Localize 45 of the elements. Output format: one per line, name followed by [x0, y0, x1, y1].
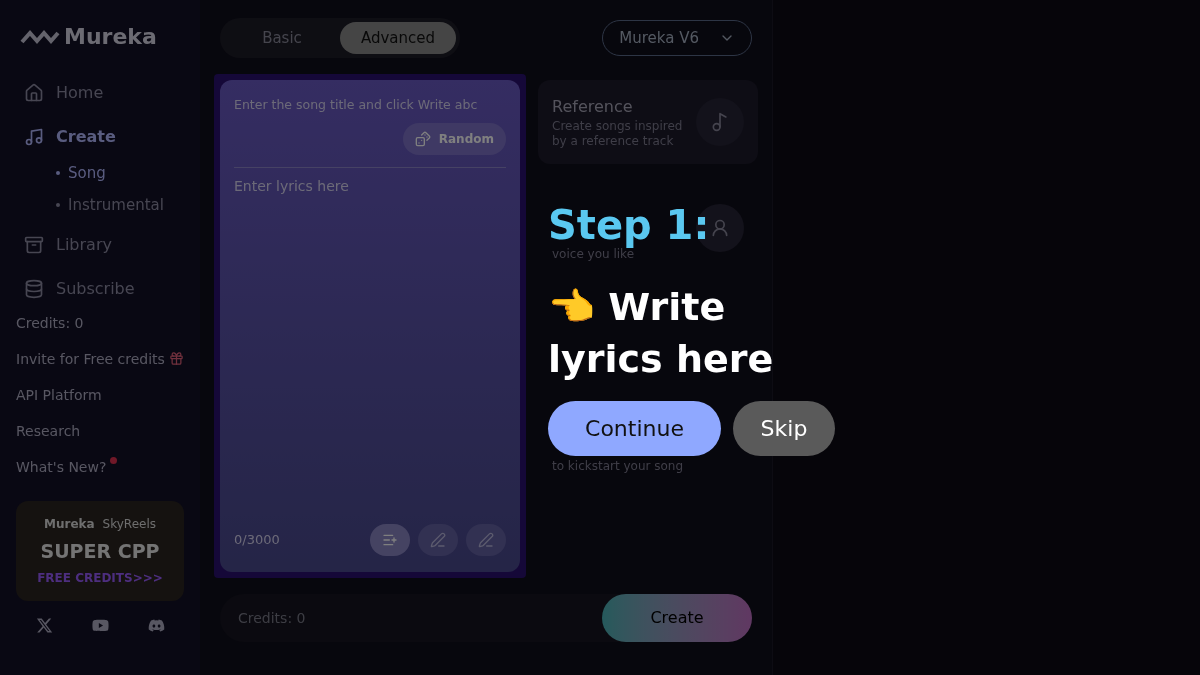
- lyrics-field[interactable]: Enter lyrics here: [234, 175, 506, 524]
- folder-icon: [24, 235, 44, 255]
- card-title: Reference: [552, 96, 634, 118]
- promo-cta: FREE CREDITS>>>: [37, 570, 163, 588]
- nav-item[interactable]: Create: [16, 117, 184, 157]
- card-description: to kickstart your song: [552, 459, 685, 474]
- create-button[interactable]: Create: [602, 594, 752, 642]
- pen-icon: [430, 532, 446, 548]
- lyrics-tool-button[interactable]: [418, 524, 458, 556]
- logo-text: Mureka: [64, 23, 157, 51]
- game-controller-icon[interactable]: [147, 617, 165, 634]
- logo-icon: [20, 28, 60, 45]
- add-lines-icon: [382, 532, 398, 548]
- sidebar-link[interactable]: Invite for Free credits: [16, 349, 165, 370]
- random-button[interactable]: Random: [402, 122, 506, 155]
- mode-tab[interactable]: Basic: [224, 22, 340, 54]
- nav-item[interactable]: Library: [16, 225, 184, 265]
- sidebar-link[interactable]: What's New?: [16, 457, 107, 478]
- sidebar-link[interactable]: Credits: 0: [16, 313, 84, 334]
- nav-item[interactable]: Subscribe: [16, 269, 184, 309]
- lyrics-editor[interactable]: Enter the song title and click Write abc Random Enter lyrics here 0/3000: [220, 80, 520, 572]
- tour-message: 👈 Write lyrics here: [548, 284, 775, 383]
- brand-name: SkyReels: [102, 515, 156, 533]
- music-note-icon: [24, 127, 44, 147]
- lyrics-tool-button[interactable]: [370, 524, 410, 556]
- lyrics-tool-button[interactable]: [466, 524, 506, 556]
- nav-subitem[interactable]: Instrumental: [16, 189, 184, 221]
- nav-item[interactable]: Home: [16, 73, 184, 113]
- card-description: voice you like: [552, 247, 634, 262]
- promo-banner[interactable]: Mureka SkyReels SUPER CPP FREE CREDITS>>>: [16, 501, 184, 601]
- home-icon: [24, 83, 44, 103]
- nav-subitem[interactable]: Song: [16, 157, 184, 189]
- character-counter: 0/3000: [234, 531, 280, 550]
- continue-button[interactable]: Continue: [548, 401, 721, 456]
- dice-icon: [414, 130, 431, 147]
- gift-icon: [168, 351, 184, 366]
- mode-tab[interactable]: Advanced: [340, 22, 456, 54]
- sidebar-link[interactable]: API Platform: [16, 385, 102, 406]
- title-field[interactable]: Enter the song title and click Write abc: [234, 96, 506, 115]
- brand-name: Mureka: [44, 515, 95, 533]
- x-logo-icon[interactable]: [35, 617, 53, 634]
- promo-headline: SUPER CPP: [40, 538, 160, 564]
- database-icon: [24, 279, 44, 299]
- sidebar-link[interactable]: Research: [16, 421, 81, 442]
- video-play-icon[interactable]: [91, 617, 109, 634]
